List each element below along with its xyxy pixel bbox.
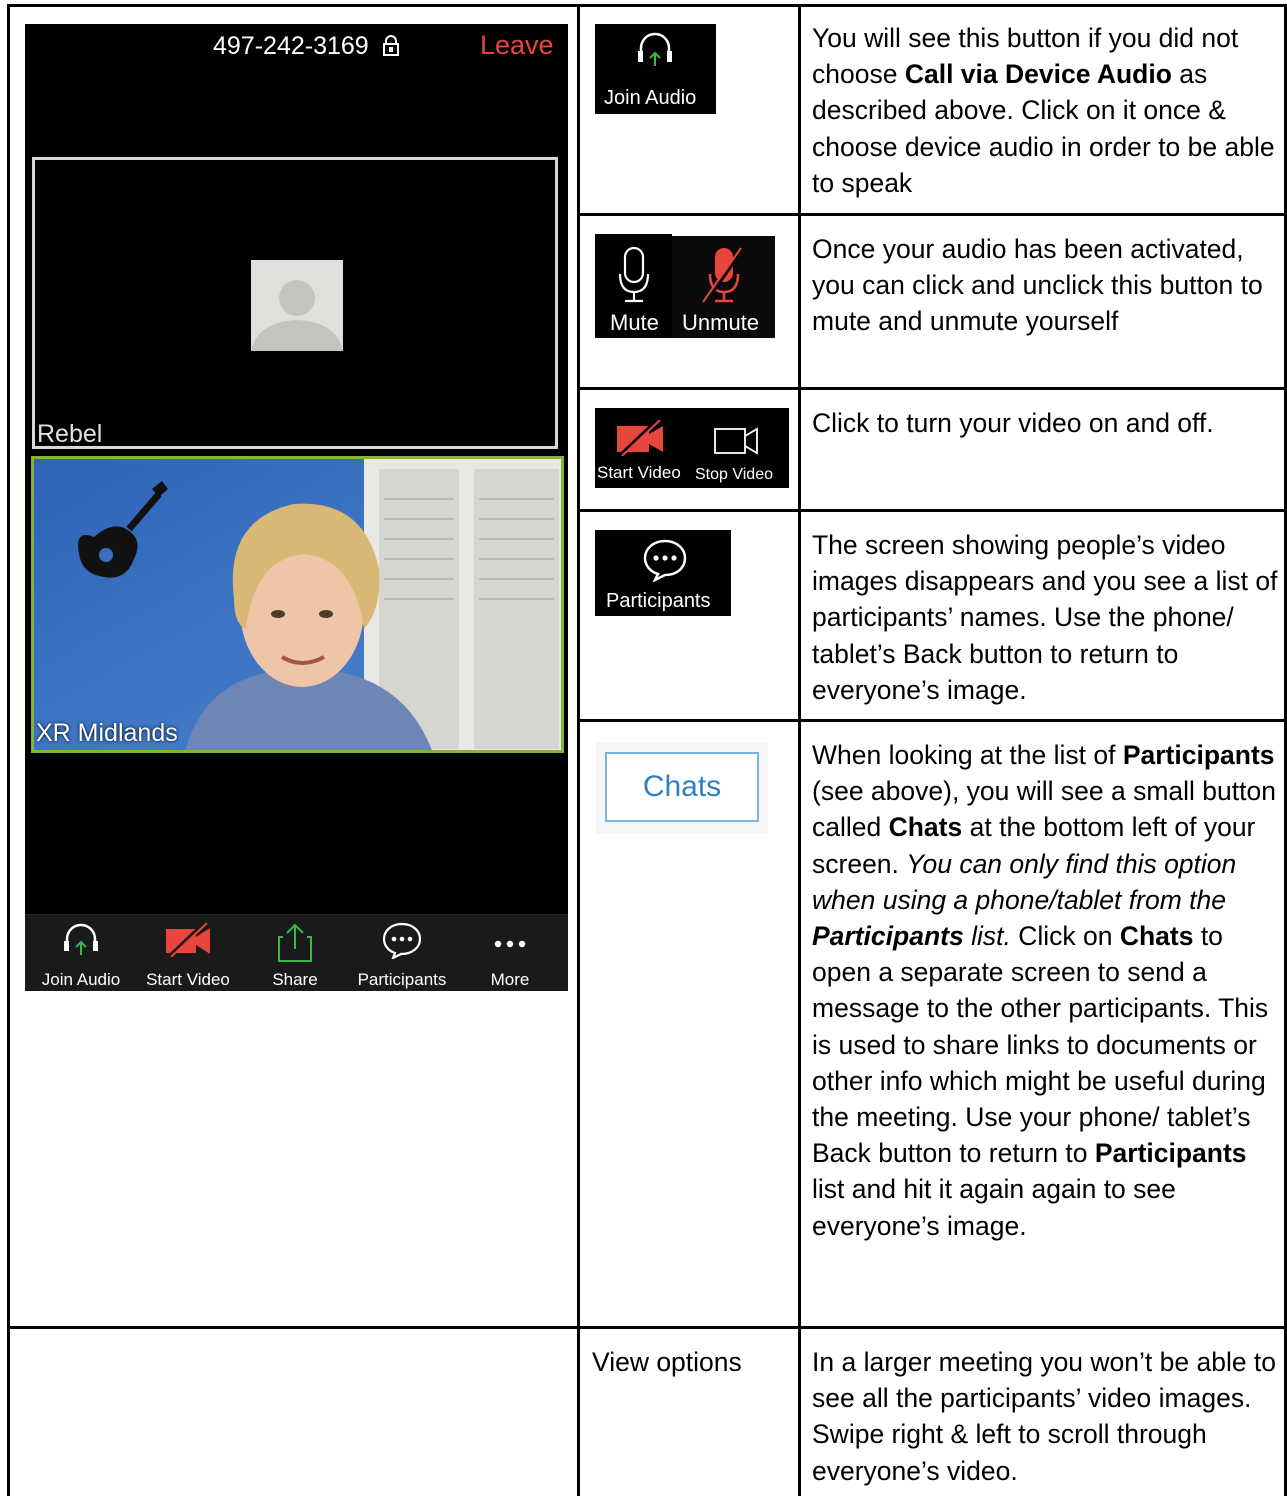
microphone-muted-icon xyxy=(702,247,746,303)
video-tile-rebel: Rebel xyxy=(32,157,558,449)
more-dots-icon xyxy=(494,940,526,948)
table-divider-1 xyxy=(577,4,580,1496)
row-divider-5 xyxy=(7,1326,1287,1329)
video-buttons-image: Start Video Stop Video xyxy=(595,408,789,488)
start-video-button[interactable]: Start Video xyxy=(138,915,238,991)
microphone-icon xyxy=(618,246,650,303)
join-audio-button-image: Join Audio xyxy=(595,24,716,114)
video-description: Click to turn your video on and off. xyxy=(812,408,1214,438)
video-off-icon xyxy=(166,921,210,957)
stop-video-label: Stop Video xyxy=(695,466,773,483)
share-label: Share xyxy=(272,970,318,989)
table-border-top xyxy=(7,4,1287,7)
join-audio-label: Join Audio xyxy=(604,87,697,109)
mute-button-image: Mute xyxy=(595,234,672,338)
avatar-placeholder xyxy=(251,260,343,351)
chat-bubble-icon xyxy=(382,922,422,959)
phone-meeting-screenshot: 497-242-3169 Leave Rebel XR Midlands Joi… xyxy=(25,24,568,991)
join-audio-button[interactable]: Join Audio xyxy=(31,915,131,991)
tile-name-label: Rebel xyxy=(37,420,103,448)
participant-video-image xyxy=(34,459,561,750)
table-divider-2 xyxy=(798,4,801,1496)
view-options-description: In a larger meeting you won’t be able to… xyxy=(812,1347,1277,1486)
person-icon xyxy=(251,280,343,351)
unmute-button-image: Unmute xyxy=(672,236,775,338)
meeting-id: 497-242-3169 xyxy=(213,32,369,60)
chats-description: When looking at the list of Participants… xyxy=(812,740,1276,1241)
more-button[interactable]: More xyxy=(475,915,545,991)
row-divider-3 xyxy=(577,509,1287,512)
start-video-label: Start Video xyxy=(597,463,681,482)
row-divider-1 xyxy=(577,213,1287,216)
video-off-icon xyxy=(617,420,663,456)
share-button[interactable]: Share xyxy=(255,915,335,991)
table-border-left xyxy=(7,4,10,1496)
lock-icon xyxy=(383,35,399,56)
join-audio-description: You will see this button if you did not … xyxy=(812,23,1275,198)
chat-bubble-icon xyxy=(643,539,687,582)
chats-button[interactable]: Chats xyxy=(605,752,759,822)
mute-label: Mute xyxy=(610,310,659,335)
headphones-icon xyxy=(638,32,672,66)
video-tile-xr-midlands: XR Midlands xyxy=(31,456,564,753)
tile-name-label: XR Midlands xyxy=(36,719,178,747)
view-options-label: View options xyxy=(592,1347,742,1377)
participants-button[interactable]: Participants xyxy=(347,915,457,991)
row-divider-4 xyxy=(577,719,1287,722)
leave-button[interactable]: Leave xyxy=(480,30,554,61)
mute-description: Once your audio has been activated, you … xyxy=(812,234,1263,337)
participants-description: The screen showing people’s video images… xyxy=(812,530,1278,705)
row-divider-2 xyxy=(577,387,1287,390)
unmute-label: Unmute xyxy=(682,310,760,335)
participants-label: Participants xyxy=(357,970,447,989)
participants-label: Participants xyxy=(606,590,711,612)
join-audio-label: Join Audio xyxy=(41,970,121,989)
headphones-icon xyxy=(64,923,98,955)
start-video-label: Start Video xyxy=(146,970,230,989)
participants-button-image: Participants xyxy=(595,530,731,616)
meeting-toolbar: Join Audio Start Video Share Participant… xyxy=(25,914,568,991)
video-camera-icon xyxy=(714,427,758,455)
share-icon xyxy=(278,923,312,962)
more-label: More xyxy=(490,970,530,989)
